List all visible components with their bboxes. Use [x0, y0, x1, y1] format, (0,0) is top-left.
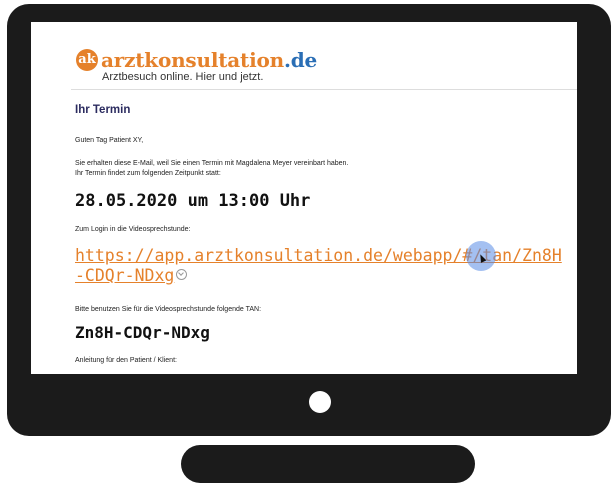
tan-code: Zn8H-CDQr-NDxg: [75, 323, 210, 342]
appointment-datetime: 28.05.2020 um 13:00 Uhr: [75, 191, 311, 211]
logo-part-1: arzt: [101, 48, 145, 72]
tan-label: Bitte benutzen Sie für die Videosprechst…: [75, 306, 262, 313]
greeting-text: Guten Tag Patient XY,: [75, 137, 144, 144]
logo-badge: ak: [76, 49, 98, 71]
monitor-stand: [181, 445, 475, 483]
brand-tagline: Arztbesuch online. Hier und jetzt.: [102, 71, 264, 83]
camera-dot-icon: [309, 391, 331, 413]
login-label: Zum Login in die Videosprechstunde:: [75, 226, 191, 233]
brand-logo: ak arztkonsultation.de: [76, 48, 317, 72]
instructions-label: Anleitung für den Patient / Klient:: [75, 357, 177, 364]
email-screen: ak arztkonsultation.de Arztbesuch online…: [31, 22, 577, 374]
logo-wordmark: arztkonsultation.de: [101, 48, 317, 72]
header-divider: [71, 89, 577, 90]
logo-part-3: .de: [283, 48, 318, 72]
body-line-1: Sie erhalten diese E-Mail, weil Sie eine…: [75, 160, 349, 167]
body-line-2: Ihr Termin findet zum folgenden Zeitpunk…: [75, 170, 221, 177]
email-heading: Ihr Termin: [75, 104, 131, 116]
chevron-down-icon[interactable]: [176, 269, 188, 280]
logo-part-2: konsultation: [144, 48, 284, 72]
